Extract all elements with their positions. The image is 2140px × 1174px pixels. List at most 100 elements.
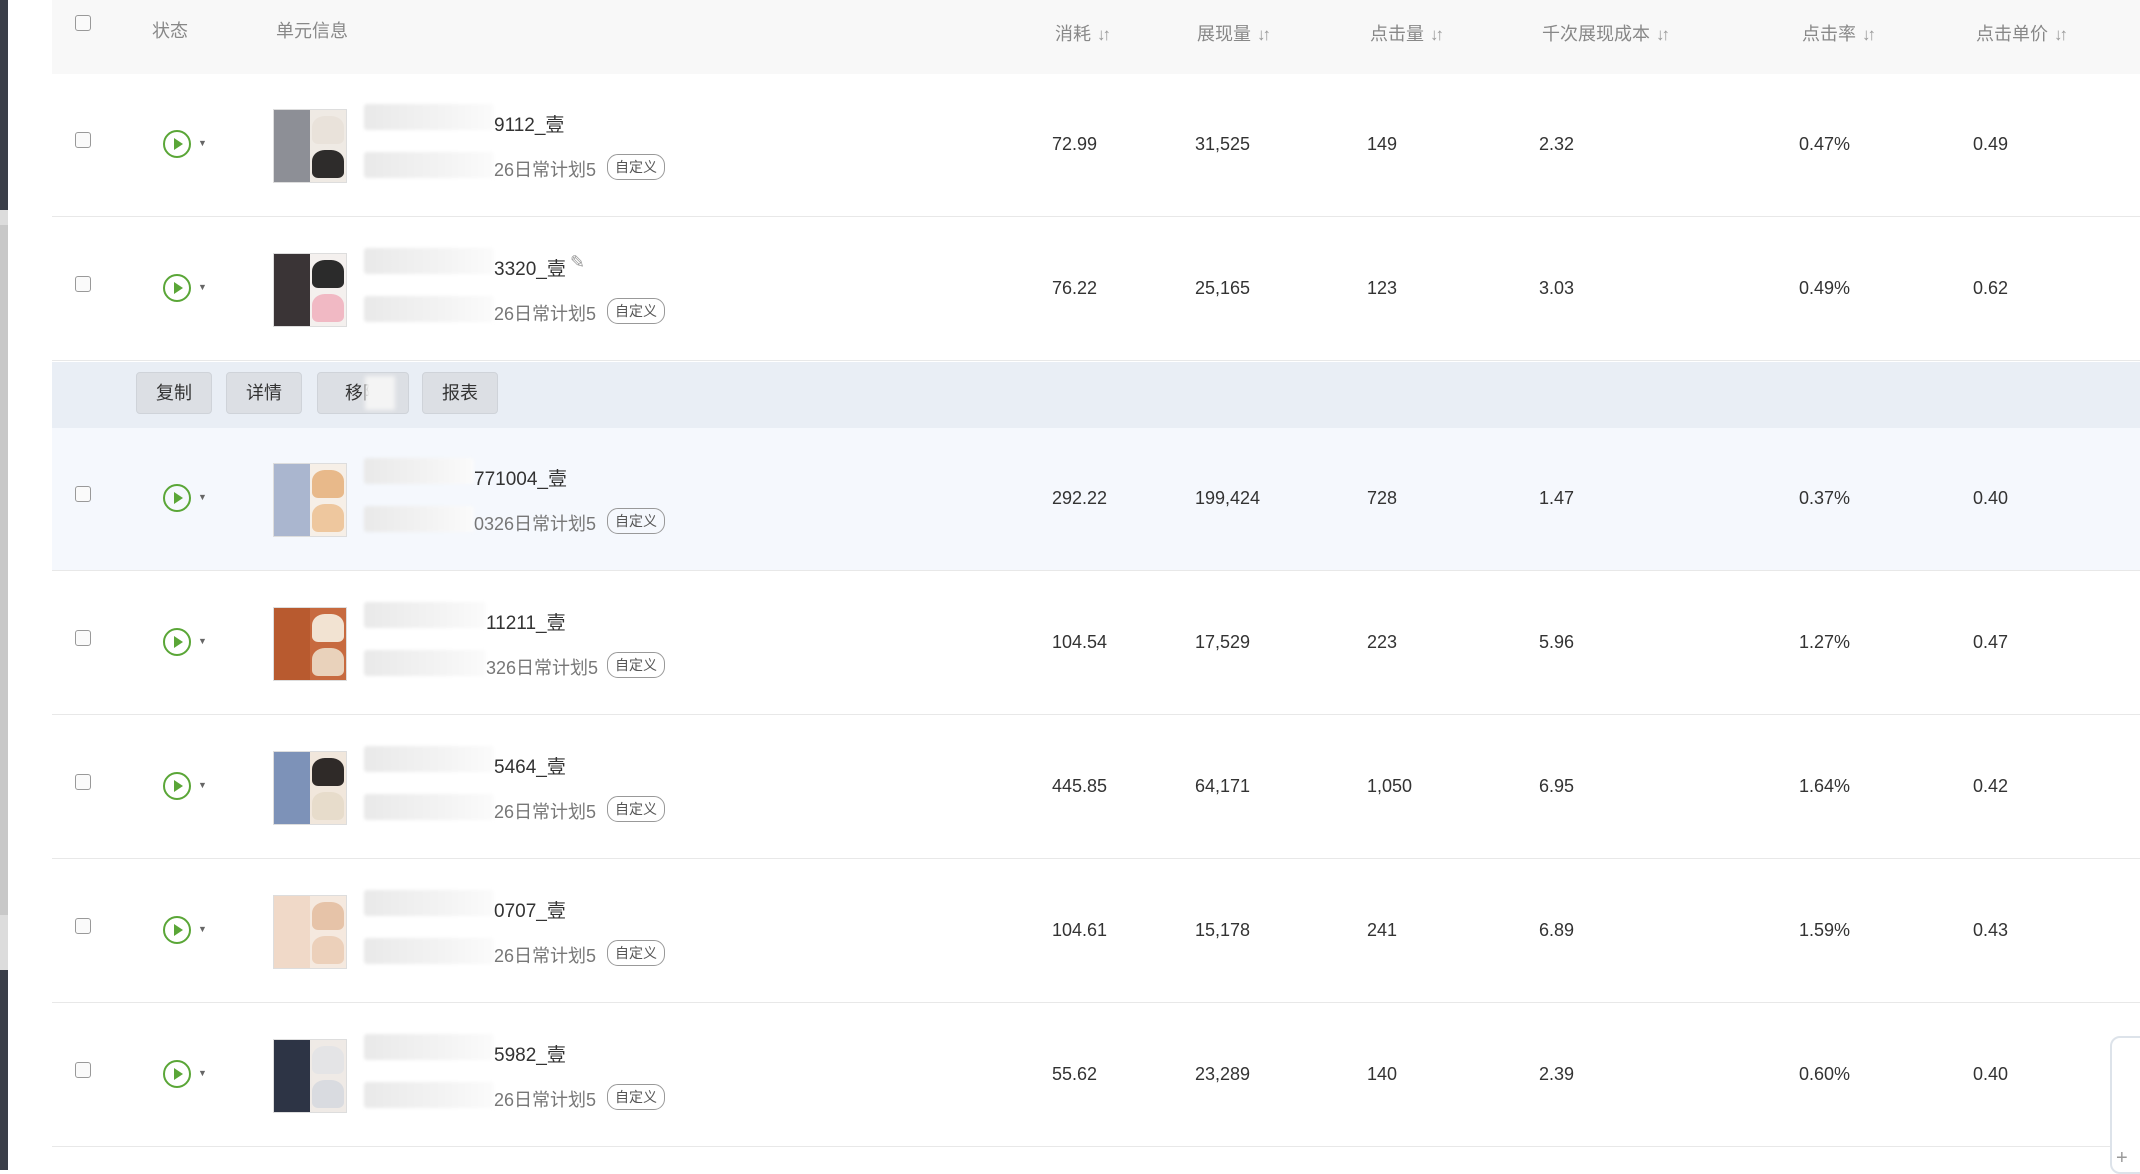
plan-name: 26日常计划5 <box>494 946 597 966</box>
custom-tag: 自定义 <box>607 508 665 534</box>
cpc-value: 0.62 <box>1973 278 2009 298</box>
custom-tag: 自定义 <box>607 940 665 966</box>
product-thumbnail[interactable] <box>273 751 347 825</box>
table-row[interactable]: ▼ 9112_壹 26日常计划5 自定义 72.99 31,525 149 2.… <box>52 74 2140 217</box>
caret-down-icon[interactable]: ▼ <box>198 636 207 646</box>
copy-button[interactable]: 复制 <box>136 372 212 414</box>
play-status-icon[interactable] <box>163 1060 191 1088</box>
move-button[interactable]: 移除 <box>317 372 409 414</box>
product-thumbnail[interactable] <box>273 109 347 183</box>
table-row[interactable]: ▼ 11211_壹 326日常计划5 自定义 104.54 17,529 223… <box>52 572 2140 715</box>
product-thumbnail[interactable] <box>273 463 347 537</box>
play-status-icon[interactable] <box>163 916 191 944</box>
cpm-value: 2.39 <box>1539 1064 1575 1084</box>
product-thumbnail[interactable] <box>273 1039 347 1113</box>
ctr-value: 1.59% <box>1799 920 1851 940</box>
cpc-value: 0.49 <box>1973 134 2009 154</box>
cpc-value: 0.42 <box>1973 776 2009 796</box>
unit-name[interactable]: 3320_壹 <box>494 254 566 281</box>
header-impressions[interactable]: 展现量 ↓↑ <box>1197 20 1271 46</box>
row-checkbox[interactable] <box>75 918 91 934</box>
sort-icon[interactable]: ↓↑ <box>1862 25 1876 45</box>
table-row[interactable]: ▼ 5464_壹 26日常计划5 自定义 445.85 64,171 1,050… <box>52 716 2140 859</box>
table-row[interactable]: ▼ 5982_壹 26日常计划5 自定义 55.62 23,289 140 2.… <box>52 1004 2140 1147</box>
plan-name: 26日常计划5 <box>494 1090 597 1110</box>
caret-down-icon[interactable]: ▼ <box>198 924 207 934</box>
cost-value: 76.22 <box>1052 278 1098 298</box>
table-row[interactable]: ▼ 771004_壹 0326日常计划5 自定义 292.22 199,424 … <box>52 428 2140 571</box>
header-cpm[interactable]: 千次展现成本 ↓↑ <box>1542 20 1670 46</box>
product-thumbnail[interactable] <box>273 607 347 681</box>
product-thumbnail[interactable] <box>273 895 347 969</box>
scrollbar-thumb[interactable] <box>0 225 8 915</box>
table-row[interactable]: ▼ 0707_壹 26日常计划5 自定义 104.61 15,178 241 6… <box>52 860 2140 1003</box>
details-button[interactable]: 详情 <box>226 372 302 414</box>
custom-tag: 自定义 <box>607 298 665 324</box>
row-checkbox[interactable] <box>75 132 91 148</box>
unit-table: 状态 单元信息 消耗 ↓↑ 展现量 ↓↑ 点击量 ↓↑ 千次展现成本 ↓↑ 点击率 ↓↑ … <box>52 0 2140 1170</box>
caret-down-icon[interactable]: ▼ <box>198 282 207 292</box>
clicks-value: 149 <box>1367 134 1398 154</box>
plus-icon[interactable]: + <box>2116 1147 2128 1170</box>
cpc-value: 0.47 <box>1973 632 2009 652</box>
sidebar-edge-bottom <box>0 970 8 1170</box>
sort-icon[interactable]: ↓↑ <box>1430 25 1444 45</box>
plan-name: 26日常计划5 <box>494 304 597 324</box>
unit-name[interactable]: 5982_壹 <box>494 1040 566 1067</box>
caret-down-icon[interactable]: ▼ <box>198 1068 207 1078</box>
play-status-icon[interactable] <box>163 274 191 302</box>
unit-name[interactable]: 771004_壹 <box>474 464 567 491</box>
unit-name[interactable]: 0707_壹 <box>494 896 566 923</box>
sort-icon[interactable]: ↓↑ <box>1656 25 1670 45</box>
impressions-value: 17,529 <box>1195 632 1251 652</box>
play-status-icon[interactable] <box>163 484 191 512</box>
impressions-value: 199,424 <box>1195 488 1261 508</box>
row-checkbox[interactable] <box>75 276 91 292</box>
cost-value: 104.61 <box>1052 920 1108 940</box>
unit-name[interactable]: 11211_壹 <box>486 608 566 635</box>
row-checkbox[interactable] <box>75 774 91 790</box>
floating-widget[interactable]: + <box>2110 1036 2140 1174</box>
select-all-checkbox[interactable] <box>75 15 91 31</box>
header-unit-info: 单元信息 <box>276 21 348 41</box>
caret-down-icon[interactable]: ▼ <box>198 138 207 148</box>
header-cost[interactable]: 消耗 ↓↑ <box>1055 20 1111 46</box>
cpm-value: 5.96 <box>1539 632 1575 652</box>
play-status-icon[interactable] <box>163 628 191 656</box>
product-thumbnail[interactable] <box>273 253 347 327</box>
cpm-value: 2.32 <box>1539 134 1575 154</box>
play-status-icon[interactable] <box>163 130 191 158</box>
cost-value: 104.54 <box>1052 632 1108 652</box>
header-cpc[interactable]: 点击单价 ↓↑ <box>1976 20 2068 46</box>
cost-value: 72.99 <box>1052 134 1098 154</box>
edit-pencil-icon[interactable]: ✎ <box>570 252 585 273</box>
row-checkbox[interactable] <box>75 1062 91 1078</box>
sort-icon[interactable]: ↓↑ <box>1257 25 1271 45</box>
table-row[interactable]: ▼ 3320_壹 ✎ 26日常计划5 自定义 76.22 25,165 123 … <box>52 218 2140 361</box>
cpc-value: 0.40 <box>1973 1064 2009 1084</box>
report-button[interactable]: 报表 <box>422 372 498 414</box>
row-checkbox[interactable] <box>75 630 91 646</box>
custom-tag: 自定义 <box>607 796 665 822</box>
unit-name[interactable]: 9112_壹 <box>494 110 564 137</box>
impressions-value: 15,178 <box>1195 920 1251 940</box>
row-action-bar: 复制 详情 移除 报表 <box>52 362 2140 428</box>
clicks-value: 223 <box>1367 632 1398 652</box>
play-status-icon[interactable] <box>163 772 191 800</box>
plan-name: 26日常计划5 <box>494 160 597 180</box>
cpc-value: 0.40 <box>1973 488 2009 508</box>
cpm-value: 3.03 <box>1539 278 1575 298</box>
ctr-value: 1.64% <box>1799 776 1851 796</box>
ctr-value: 0.60% <box>1799 1064 1851 1084</box>
row-checkbox[interactable] <box>75 486 91 502</box>
caret-down-icon[interactable]: ▼ <box>198 492 207 502</box>
cpc-value: 0.43 <box>1973 920 2009 940</box>
header-ctr[interactable]: 点击率 ↓↑ <box>1802 20 1876 46</box>
custom-tag: 自定义 <box>607 154 665 180</box>
caret-down-icon[interactable]: ▼ <box>198 780 207 790</box>
sort-icon[interactable]: ↓↑ <box>2054 25 2068 45</box>
header-clicks[interactable]: 点击量 ↓↑ <box>1370 20 1444 46</box>
sort-icon[interactable]: ↓↑ <box>1097 25 1111 45</box>
unit-name[interactable]: 5464_壹 <box>494 752 566 779</box>
impressions-value: 64,171 <box>1195 776 1251 796</box>
